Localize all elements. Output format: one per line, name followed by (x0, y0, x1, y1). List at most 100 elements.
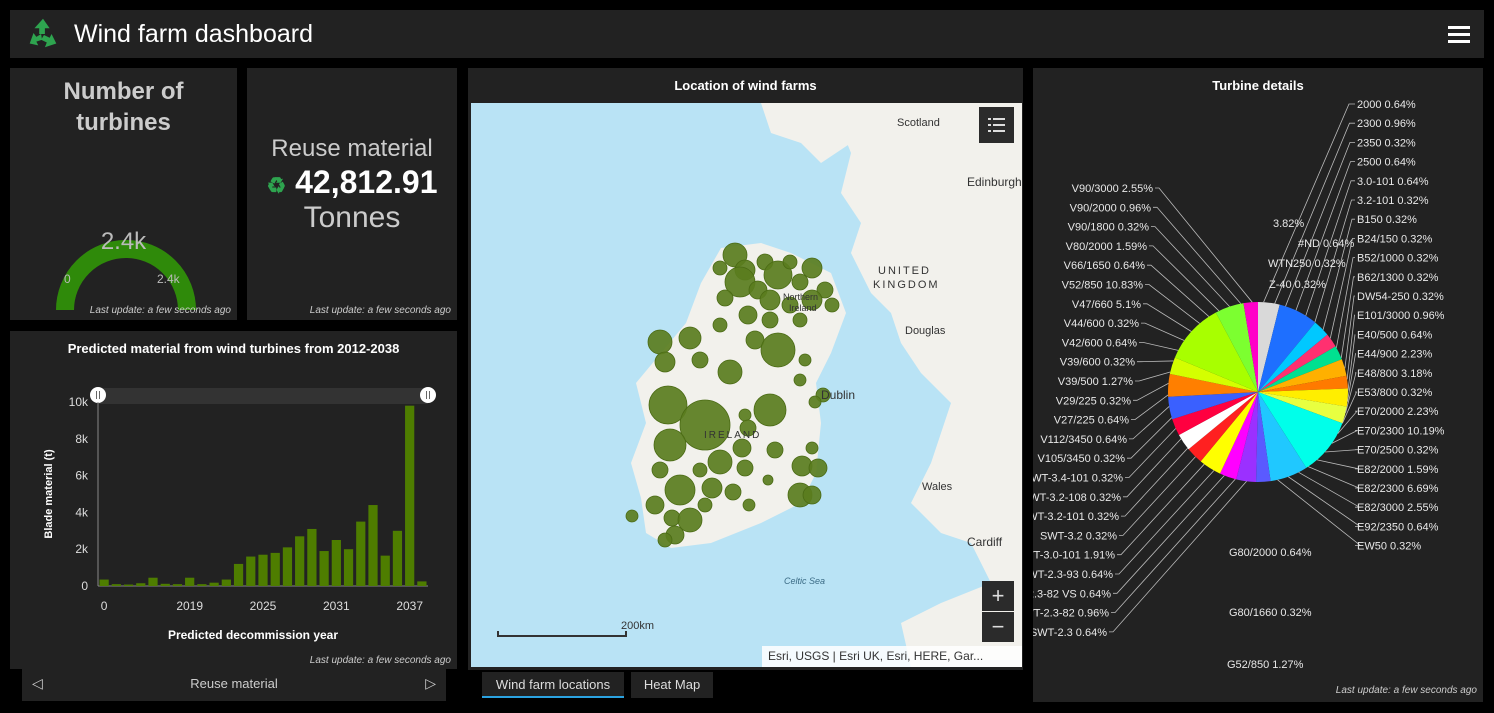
pie-label: SWT-3.2-108 0.32% (1033, 492, 1121, 504)
scale-bar (497, 631, 627, 637)
gauge-min: 0 (64, 272, 71, 286)
bar-2015 (136, 583, 146, 586)
wind-farm-marker (716, 289, 734, 307)
wind-farm-marker (792, 312, 808, 328)
carousel-label: Reuse material (190, 676, 278, 691)
wind-farm-marker (782, 254, 798, 270)
wind-farm-marker (808, 458, 828, 478)
map-label-cardiff: Cardiff (967, 535, 1003, 549)
pie-label: E101/3000 0.96% (1357, 310, 1445, 322)
wind-farm-marker (701, 477, 723, 499)
pie-label: V44/600 0.32% (1064, 318, 1139, 330)
pie-label: SWT-3.0-101 1.91% (1033, 550, 1115, 562)
bar-2013 (111, 584, 121, 586)
wind-farm-marker (691, 351, 709, 369)
map-label-scotland: Scotland (897, 117, 940, 129)
pie-label: V47/660 5.1% (1072, 299, 1141, 311)
pie-label: 3.0-101 0.64% (1357, 176, 1429, 188)
pie-label: SWT-3.2-101 0.32% (1033, 511, 1119, 523)
x-axis-title: Predicted decommission year (168, 628, 338, 642)
turbine-count-panel: Number of turbines 2.4k 0 2.4k Last upda… (10, 68, 237, 320)
bar-2033 (356, 521, 366, 586)
bar-2031 (331, 540, 341, 586)
recycle-icon (29, 18, 57, 48)
bar-2032 (343, 549, 354, 586)
bar-2037 (405, 405, 415, 586)
wind-farm-marker (760, 332, 796, 368)
bar-2034 (368, 505, 378, 586)
wind-farm-marker (736, 459, 754, 477)
range-slider-track[interactable] (98, 388, 428, 404)
bar-2038 (417, 581, 427, 586)
legend-list-button[interactable] (979, 107, 1014, 143)
app-title: Wind farm dashboard (74, 19, 314, 48)
pie-label: B24/150 0.32% (1357, 233, 1432, 245)
menu-icon[interactable] (1448, 22, 1470, 46)
bar-2023 (233, 563, 244, 586)
app-header: Wind farm dashboard (10, 10, 1484, 58)
zoom-in-button[interactable]: + (982, 581, 1014, 611)
pie-label: B150 0.32% (1357, 214, 1417, 226)
wind-farm-marker (707, 449, 733, 475)
next-arrow-icon[interactable]: ▷ (425, 675, 436, 692)
pie-label: EW50 0.32% (1357, 541, 1421, 553)
pie-label: SWT-2.3 0.64% (1033, 627, 1107, 639)
pie-label: V112/3450 0.64% (1040, 434, 1127, 446)
pie-label: 2350 0.32% (1357, 137, 1416, 149)
wind-farm-marker (805, 441, 819, 455)
turbine-gauge (56, 240, 196, 311)
tab-heat-map[interactable]: Heat Map (631, 672, 713, 698)
y-tick-label: 0 (81, 579, 88, 593)
bar-2024 (246, 556, 256, 586)
zoom-out-button[interactable]: − (982, 612, 1014, 642)
bar-2035 (380, 555, 390, 586)
bar-2028 (295, 536, 305, 586)
pie-label: G80/2000 0.64% (1229, 547, 1312, 559)
wind-farm-marker (647, 329, 673, 355)
map-label-dublin: Dublin (821, 388, 856, 402)
bar-0 (99, 579, 109, 586)
wind-farm-marker (712, 317, 728, 333)
range-handle-start[interactable] (90, 387, 106, 403)
bar-2014 (123, 584, 134, 586)
y-tick-label: 4k (75, 505, 89, 519)
y-tick-label: 2k (75, 542, 89, 556)
recycle-small-icon: ♻ (266, 173, 287, 198)
bar-2029 (307, 528, 317, 586)
map-label-ireland: IRELAND (704, 430, 762, 441)
reuse-value: ♻ 42,812.91 (247, 164, 457, 201)
wind-farm-marker (717, 359, 743, 385)
bar-2016 (148, 577, 158, 586)
pie-label: SWT-2.3-93 0.64% (1033, 569, 1113, 581)
pie-chart: 2000 0.64% 2300 0.96% 2350 0.32% 2500 0.64%… (1033, 99, 1445, 671)
map-view[interactable]: Scotland Edinburgh UNITED KINGDOM Northe… (471, 103, 1022, 667)
bar-2027 (282, 547, 293, 586)
pie-label: V105/3450 0.32% (1038, 453, 1126, 465)
wind-farm-marker (697, 497, 713, 513)
pie-label: V52/850 10.83% (1062, 280, 1144, 292)
bar-chart: 0 2k 4k 6k 8k 10k 0 2019 2025 2031 2037 Predicted d… (43, 387, 436, 642)
map-label-wales: Wales (922, 481, 953, 493)
pie-label: V42/600 0.64% (1062, 337, 1137, 349)
pie-label: E82/3000 2.55% (1357, 502, 1439, 514)
pie-label: V80/2000 1.59% (1066, 241, 1148, 253)
pie-label: SWT-2.3-82 0.96% (1033, 608, 1109, 620)
wind-farm-marker (738, 408, 752, 422)
pie-label: SWT-3.4-101 0.32% (1033, 473, 1123, 485)
bar-2020 (197, 584, 207, 586)
range-handle-end[interactable] (420, 387, 436, 403)
wind-farm-marker (738, 305, 758, 325)
map-label-northern: Northern (783, 292, 819, 302)
last-update: Last update: a few seconds ago (309, 305, 451, 316)
pie-label: 2500 0.64% (1357, 157, 1416, 169)
tab-wind-farm-locations[interactable]: Wind farm locations (482, 672, 624, 698)
pie-label: V66/1650 0.64% (1064, 260, 1146, 272)
wind-farm-markers (625, 242, 840, 548)
wind-farm-marker (759, 289, 781, 311)
pie-label: G80/1660 0.32% (1229, 607, 1312, 619)
pie-chart-title: Turbine details (1212, 78, 1304, 93)
wind-farm-marker (657, 532, 673, 548)
bar-2021 (209, 582, 219, 586)
wind-farm-marker (663, 509, 681, 527)
x-tick-label: 2025 (250, 599, 277, 613)
